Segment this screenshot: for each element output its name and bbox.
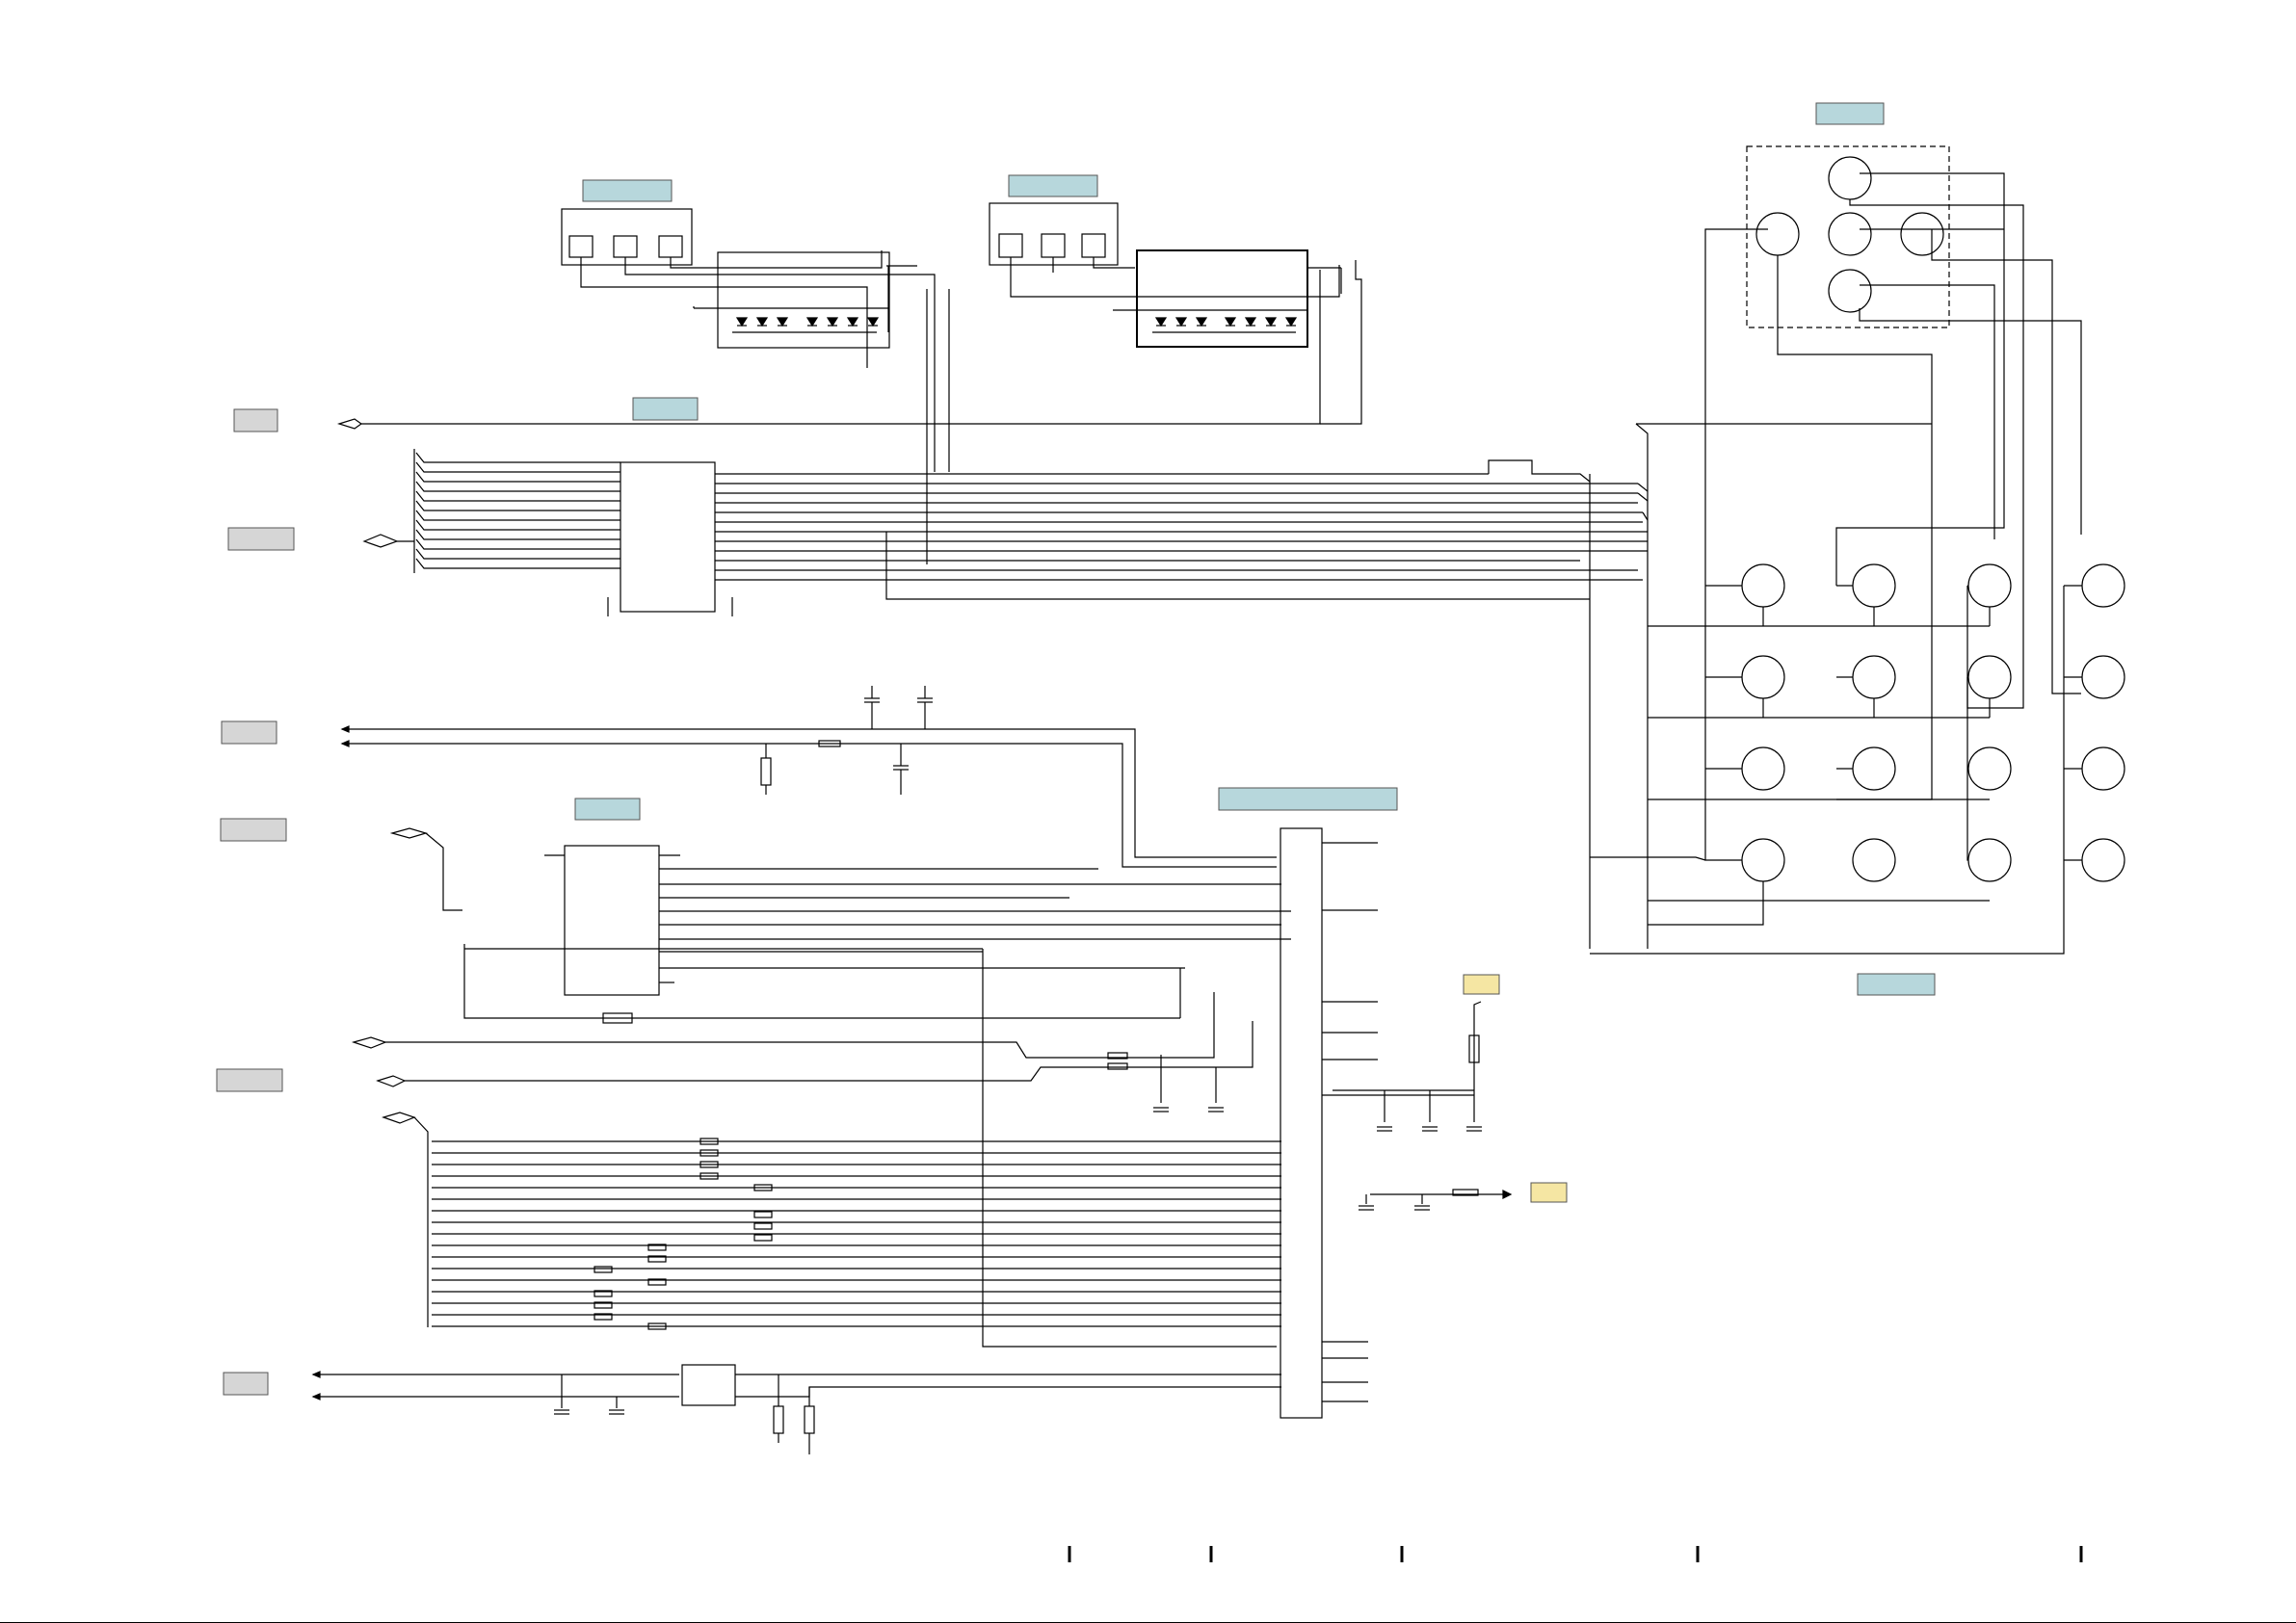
bottom-filter-section [311, 1364, 1281, 1454]
blue-label-4 [632, 397, 699, 421]
grey-label-6 [223, 1372, 269, 1396]
middle-ic [564, 845, 660, 996]
blue-label-5 [574, 798, 641, 821]
yellow-label-1 [1463, 974, 1500, 995]
blue-section-labels [574, 102, 1936, 996]
blue-label-7 [1857, 973, 1936, 996]
grey-label-3 [221, 720, 277, 745]
led-array-left [693, 251, 917, 349]
schematic-canvas [0, 102, 2296, 1623]
sensor-matrix [1590, 145, 2125, 955]
yellow-label-2 [1530, 1182, 1568, 1203]
grey-label-1 [233, 408, 278, 432]
blue-label-2 [582, 179, 673, 202]
grey-label-4 [220, 818, 287, 842]
connector-block-left [561, 208, 936, 472]
emi-filter [681, 1364, 736, 1406]
buffer-ic-top [620, 461, 716, 613]
blue-label-3 [1008, 174, 1098, 197]
grey-label-2 [227, 527, 295, 551]
lower-bus [351, 992, 1281, 1330]
main-header-connector [1280, 827, 1474, 1419]
grey-label-5 [216, 1068, 283, 1092]
blue-label-1 [1815, 102, 1885, 125]
grey-port-labels [216, 408, 295, 1396]
top-bus [336, 260, 1648, 949]
yellow-net-labels [1463, 974, 1568, 1203]
analog-filter-section [340, 686, 1277, 868]
sheet-footer [0, 1546, 2296, 1623]
blue-label-6 [1218, 787, 1398, 811]
led-array-right [1113, 249, 1342, 348]
